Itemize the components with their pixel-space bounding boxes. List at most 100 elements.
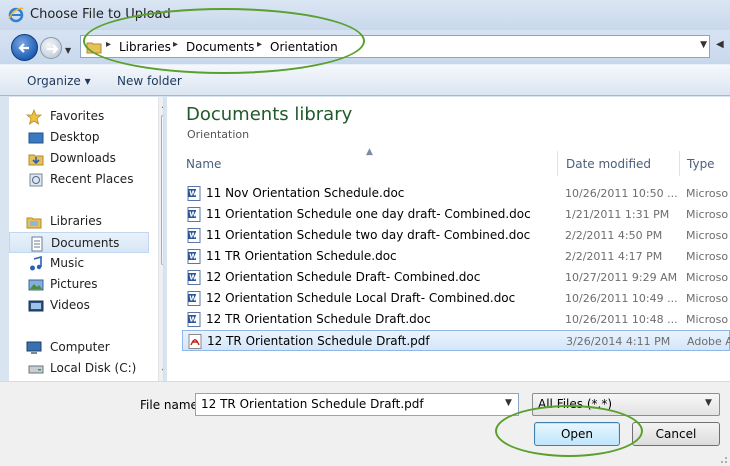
svg-text:W: W bbox=[189, 190, 197, 198]
nav-music-label: Music bbox=[50, 256, 85, 270]
resize-grip-icon[interactable] bbox=[718, 454, 728, 464]
file-name: 11 Nov Orientation Schedule.doc bbox=[206, 186, 405, 200]
nav-music[interactable]: Music bbox=[9, 253, 149, 274]
file-date-modified: 10/26/2011 10:49 ... bbox=[565, 292, 678, 305]
nav-local-disk-label: Local Disk (C:) bbox=[50, 361, 137, 375]
library-title: Documents library bbox=[186, 104, 353, 125]
file-name-dropdown-icon[interactable]: ▼ bbox=[505, 398, 512, 408]
file-type: Microso bbox=[686, 271, 729, 284]
file-date-modified: 10/26/2011 10:48 ... bbox=[565, 313, 678, 326]
word-doc-icon: W bbox=[187, 186, 201, 201]
recent-places-icon bbox=[29, 173, 43, 187]
file-type: Microso bbox=[686, 229, 729, 242]
svg-text:W: W bbox=[189, 316, 197, 324]
nav-desktop[interactable]: Desktop bbox=[9, 127, 149, 148]
nav-favorites[interactable]: Favorites bbox=[9, 106, 149, 127]
nav-documents[interactable]: Documents bbox=[9, 232, 149, 253]
navigation-pane: Favorites Desktop Downloads Recent Place… bbox=[9, 97, 164, 381]
file-name: 12 Orientation Schedule Local Draft- Com… bbox=[206, 291, 516, 305]
organize-menu[interactable]: Organize ▾ bbox=[27, 74, 91, 88]
refresh-icon[interactable]: ◀ bbox=[716, 39, 724, 50]
new-folder-button[interactable]: New folder bbox=[117, 74, 182, 88]
desktop-icon bbox=[28, 132, 44, 144]
file-name: 12 TR Orientation Schedule Draft.doc bbox=[206, 312, 431, 326]
file-row[interactable]: W 11 Orientation Schedule two day draft- … bbox=[182, 225, 730, 246]
dialog-footer: File name: 12 TR Orientation Schedule Dr… bbox=[0, 381, 730, 466]
pictures-icon bbox=[28, 279, 44, 291]
nav-pictures[interactable]: Pictures bbox=[9, 274, 149, 295]
videos-icon bbox=[28, 300, 44, 312]
breadcrumb-separator-icon[interactable]: ▸ bbox=[173, 39, 178, 50]
forward-button[interactable] bbox=[40, 37, 62, 59]
nav-favorites-label: Favorites bbox=[50, 109, 105, 123]
address-dropdown-icon[interactable]: ▼ bbox=[700, 40, 707, 50]
nav-videos-label: Videos bbox=[50, 298, 90, 312]
file-name-input[interactable]: 12 TR Orientation Schedule Draft.pdf bbox=[195, 393, 519, 416]
folder-icon bbox=[86, 42, 102, 54]
nav-documents-label: Documents bbox=[51, 236, 120, 250]
word-doc-icon: W bbox=[187, 249, 201, 264]
recent-pages-dropdown[interactable]: ▼ bbox=[65, 46, 71, 55]
word-doc-icon: W bbox=[187, 270, 201, 285]
nav-videos[interactable]: Videos bbox=[9, 295, 149, 316]
file-type-filter[interactable]: All Files (*.*) bbox=[532, 393, 720, 416]
nav-recent-places[interactable]: Recent Places bbox=[9, 169, 149, 190]
file-type: Microso bbox=[686, 292, 729, 305]
word-doc-icon: W bbox=[187, 228, 201, 243]
file-row[interactable]: W 11 TR Orientation Schedule.doc 2/2/2011 … bbox=[182, 246, 730, 267]
file-date-modified: 2/2/2011 4:50 PM bbox=[565, 229, 663, 242]
file-name-label: File name: bbox=[140, 398, 202, 412]
scroll-up-icon[interactable]: ▲ bbox=[162, 100, 163, 109]
file-date-modified: 10/26/2011 10:50 ... bbox=[565, 187, 678, 200]
nav-downloads-label: Downloads bbox=[50, 151, 116, 165]
breadcrumb-separator-icon[interactable]: ▸ bbox=[106, 39, 111, 50]
svg-text:W: W bbox=[189, 253, 197, 261]
file-row[interactable]: W 11 Nov Orientation Schedule.doc 10/26/20… bbox=[182, 183, 730, 204]
file-row[interactable]: W 12 TR Orientation Schedule Draft.doc 10/… bbox=[182, 309, 730, 330]
file-row[interactable]: W 12 Orientation Schedule Local Draft- Co… bbox=[182, 288, 730, 309]
star-icon bbox=[26, 109, 42, 125]
address-bar[interactable]: ▸ Libraries ▸ Documents ▸ Orientation ▼ bbox=[80, 35, 710, 58]
file-name: 11 TR Orientation Schedule.doc bbox=[206, 249, 397, 263]
file-type: Adobe A bbox=[687, 335, 730, 348]
libraries-icon bbox=[26, 217, 42, 229]
svg-text:W: W bbox=[189, 274, 197, 282]
column-name-label: Name bbox=[186, 157, 222, 171]
nav-downloads[interactable]: Downloads bbox=[9, 148, 149, 169]
breadcrumb-libraries[interactable]: Libraries bbox=[119, 40, 171, 54]
breadcrumb-separator-icon[interactable]: ▸ bbox=[257, 39, 262, 50]
nav-recent-label: Recent Places bbox=[50, 172, 134, 186]
music-icon bbox=[30, 256, 42, 271]
documents-icon bbox=[31, 236, 43, 252]
file-name: 11 Orientation Schedule two day draft- C… bbox=[206, 228, 531, 242]
breadcrumb-documents[interactable]: Documents bbox=[186, 40, 254, 54]
file-row[interactable]: 12 TR Orientation Schedule Draft.pdf 3/26… bbox=[182, 330, 730, 351]
file-name: 12 TR Orientation Schedule Draft.pdf bbox=[207, 334, 430, 348]
cancel-button[interactable]: Cancel bbox=[632, 422, 720, 446]
title-bar: Choose File to Upload bbox=[0, 0, 730, 30]
nav-scroll-thumb[interactable] bbox=[161, 115, 163, 265]
nav-computer[interactable]: Computer bbox=[9, 337, 149, 358]
breadcrumb-orientation[interactable]: Orientation bbox=[270, 40, 338, 54]
downloads-folder-icon bbox=[28, 154, 44, 166]
column-header-date[interactable]: Date modified bbox=[559, 151, 680, 176]
back-arrow-icon bbox=[18, 43, 29, 53]
window-title: Choose File to Upload bbox=[30, 7, 171, 22]
file-date-modified: 2/2/2011 4:17 PM bbox=[565, 250, 663, 263]
file-row[interactable]: W 12 Orientation Schedule Draft- Combined… bbox=[182, 267, 730, 288]
nav-libraries[interactable]: Libraries bbox=[9, 211, 149, 232]
nav-local-disk[interactable]: Local Disk (C:) bbox=[9, 358, 149, 379]
nav-scrollbar[interactable]: ▲ ▼ bbox=[158, 97, 163, 381]
file-type: Microso bbox=[686, 187, 729, 200]
open-button[interactable]: Open bbox=[534, 422, 620, 446]
scroll-down-icon[interactable]: ▼ bbox=[162, 367, 163, 376]
file-row[interactable]: W 11 Orientation Schedule one day draft- … bbox=[182, 204, 730, 225]
nav-desktop-label: Desktop bbox=[50, 130, 100, 144]
back-button[interactable] bbox=[11, 34, 38, 61]
file-name: 12 Orientation Schedule Draft- Combined.… bbox=[206, 270, 481, 284]
filter-dropdown-icon[interactable]: ▼ bbox=[705, 398, 712, 408]
library-subtitle: Orientation bbox=[187, 128, 250, 141]
file-type: Microso bbox=[686, 208, 729, 221]
column-header-type[interactable]: Type bbox=[680, 151, 730, 176]
column-header-name[interactable]: Name bbox=[179, 151, 558, 176]
